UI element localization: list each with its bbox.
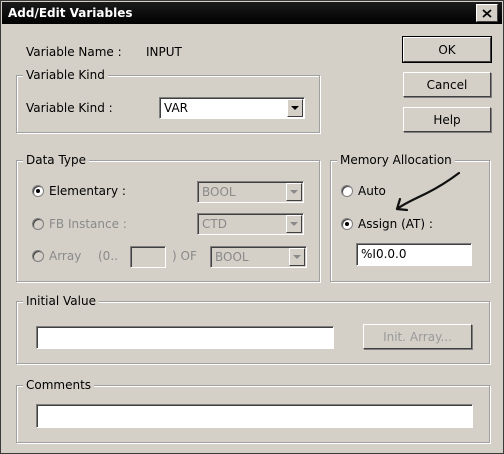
array-of-label: ) OF	[172, 249, 197, 263]
array-range-open: (0..	[98, 249, 118, 263]
assign-address-input[interactable]: %I0.0.0	[356, 243, 472, 266]
variable-kind-label: Variable Kind :	[26, 101, 113, 115]
comments-input[interactable]	[36, 404, 473, 428]
elementary-radio[interactable]	[32, 185, 44, 197]
variable-kind-dropdown-button[interactable]	[287, 99, 303, 117]
assign-address-value: %I0.0.0	[361, 247, 407, 261]
assign-label: Assign (AT) :	[358, 217, 433, 231]
elementary-value: BOOL	[202, 185, 236, 199]
chevron-down-icon	[293, 254, 301, 259]
add-edit-variables-dialog: Add/Edit Variables Variable Name : INPUT…	[0, 0, 504, 454]
variable-kind-value: VAR	[164, 101, 188, 115]
initial-value-input[interactable]	[36, 326, 334, 349]
help-button[interactable]: Help	[403, 107, 491, 132]
fb-instance-dropdown-button[interactable]	[286, 215, 302, 233]
assign-radio[interactable]	[341, 218, 353, 230]
memory-allocation-group-title: Memory Allocation	[337, 153, 455, 167]
init-array-button[interactable]: Init. Array...	[363, 324, 472, 349]
fb-instance-label: FB Instance :	[49, 217, 127, 231]
fb-instance-value: CTD	[202, 217, 227, 231]
variable-kind-group-title: Variable Kind	[23, 68, 108, 82]
close-button[interactable]	[476, 4, 498, 22]
variable-name-value: INPUT	[146, 45, 182, 59]
data-type-group-title: Data Type	[23, 153, 90, 167]
arrow-annotation	[395, 171, 461, 212]
array-type-dropdown-button[interactable]	[289, 248, 305, 266]
array-range-input[interactable]	[130, 246, 166, 268]
array-radio[interactable]	[32, 250, 44, 262]
array-label: Array	[49, 249, 82, 263]
elementary-label: Elementary :	[49, 184, 126, 198]
auto-label: Auto	[358, 184, 386, 198]
variable-kind-select[interactable]: VAR	[159, 97, 305, 119]
close-icon	[482, 8, 492, 18]
auto-radio[interactable]	[341, 185, 353, 197]
variable-name-label: Variable Name :	[26, 45, 122, 59]
title-bar[interactable]: Add/Edit Variables	[2, 2, 502, 24]
comments-group-title: Comments	[23, 378, 95, 392]
chevron-down-icon	[290, 221, 298, 226]
elementary-dropdown-button[interactable]	[286, 183, 302, 201]
chevron-down-icon	[290, 189, 298, 194]
array-type-select[interactable]: BOOL	[210, 246, 307, 268]
chevron-down-icon	[291, 105, 299, 110]
cancel-button[interactable]: Cancel	[403, 72, 491, 97]
initial-value-group-title: Initial Value	[23, 294, 99, 308]
ok-button[interactable]: OK	[402, 36, 492, 63]
elementary-select[interactable]: BOOL	[197, 181, 304, 203]
fb-instance-select[interactable]: CTD	[197, 213, 304, 235]
fb-instance-radio[interactable]	[32, 218, 44, 230]
array-type-value: BOOL	[215, 250, 249, 264]
window-title: Add/Edit Variables	[8, 6, 133, 20]
